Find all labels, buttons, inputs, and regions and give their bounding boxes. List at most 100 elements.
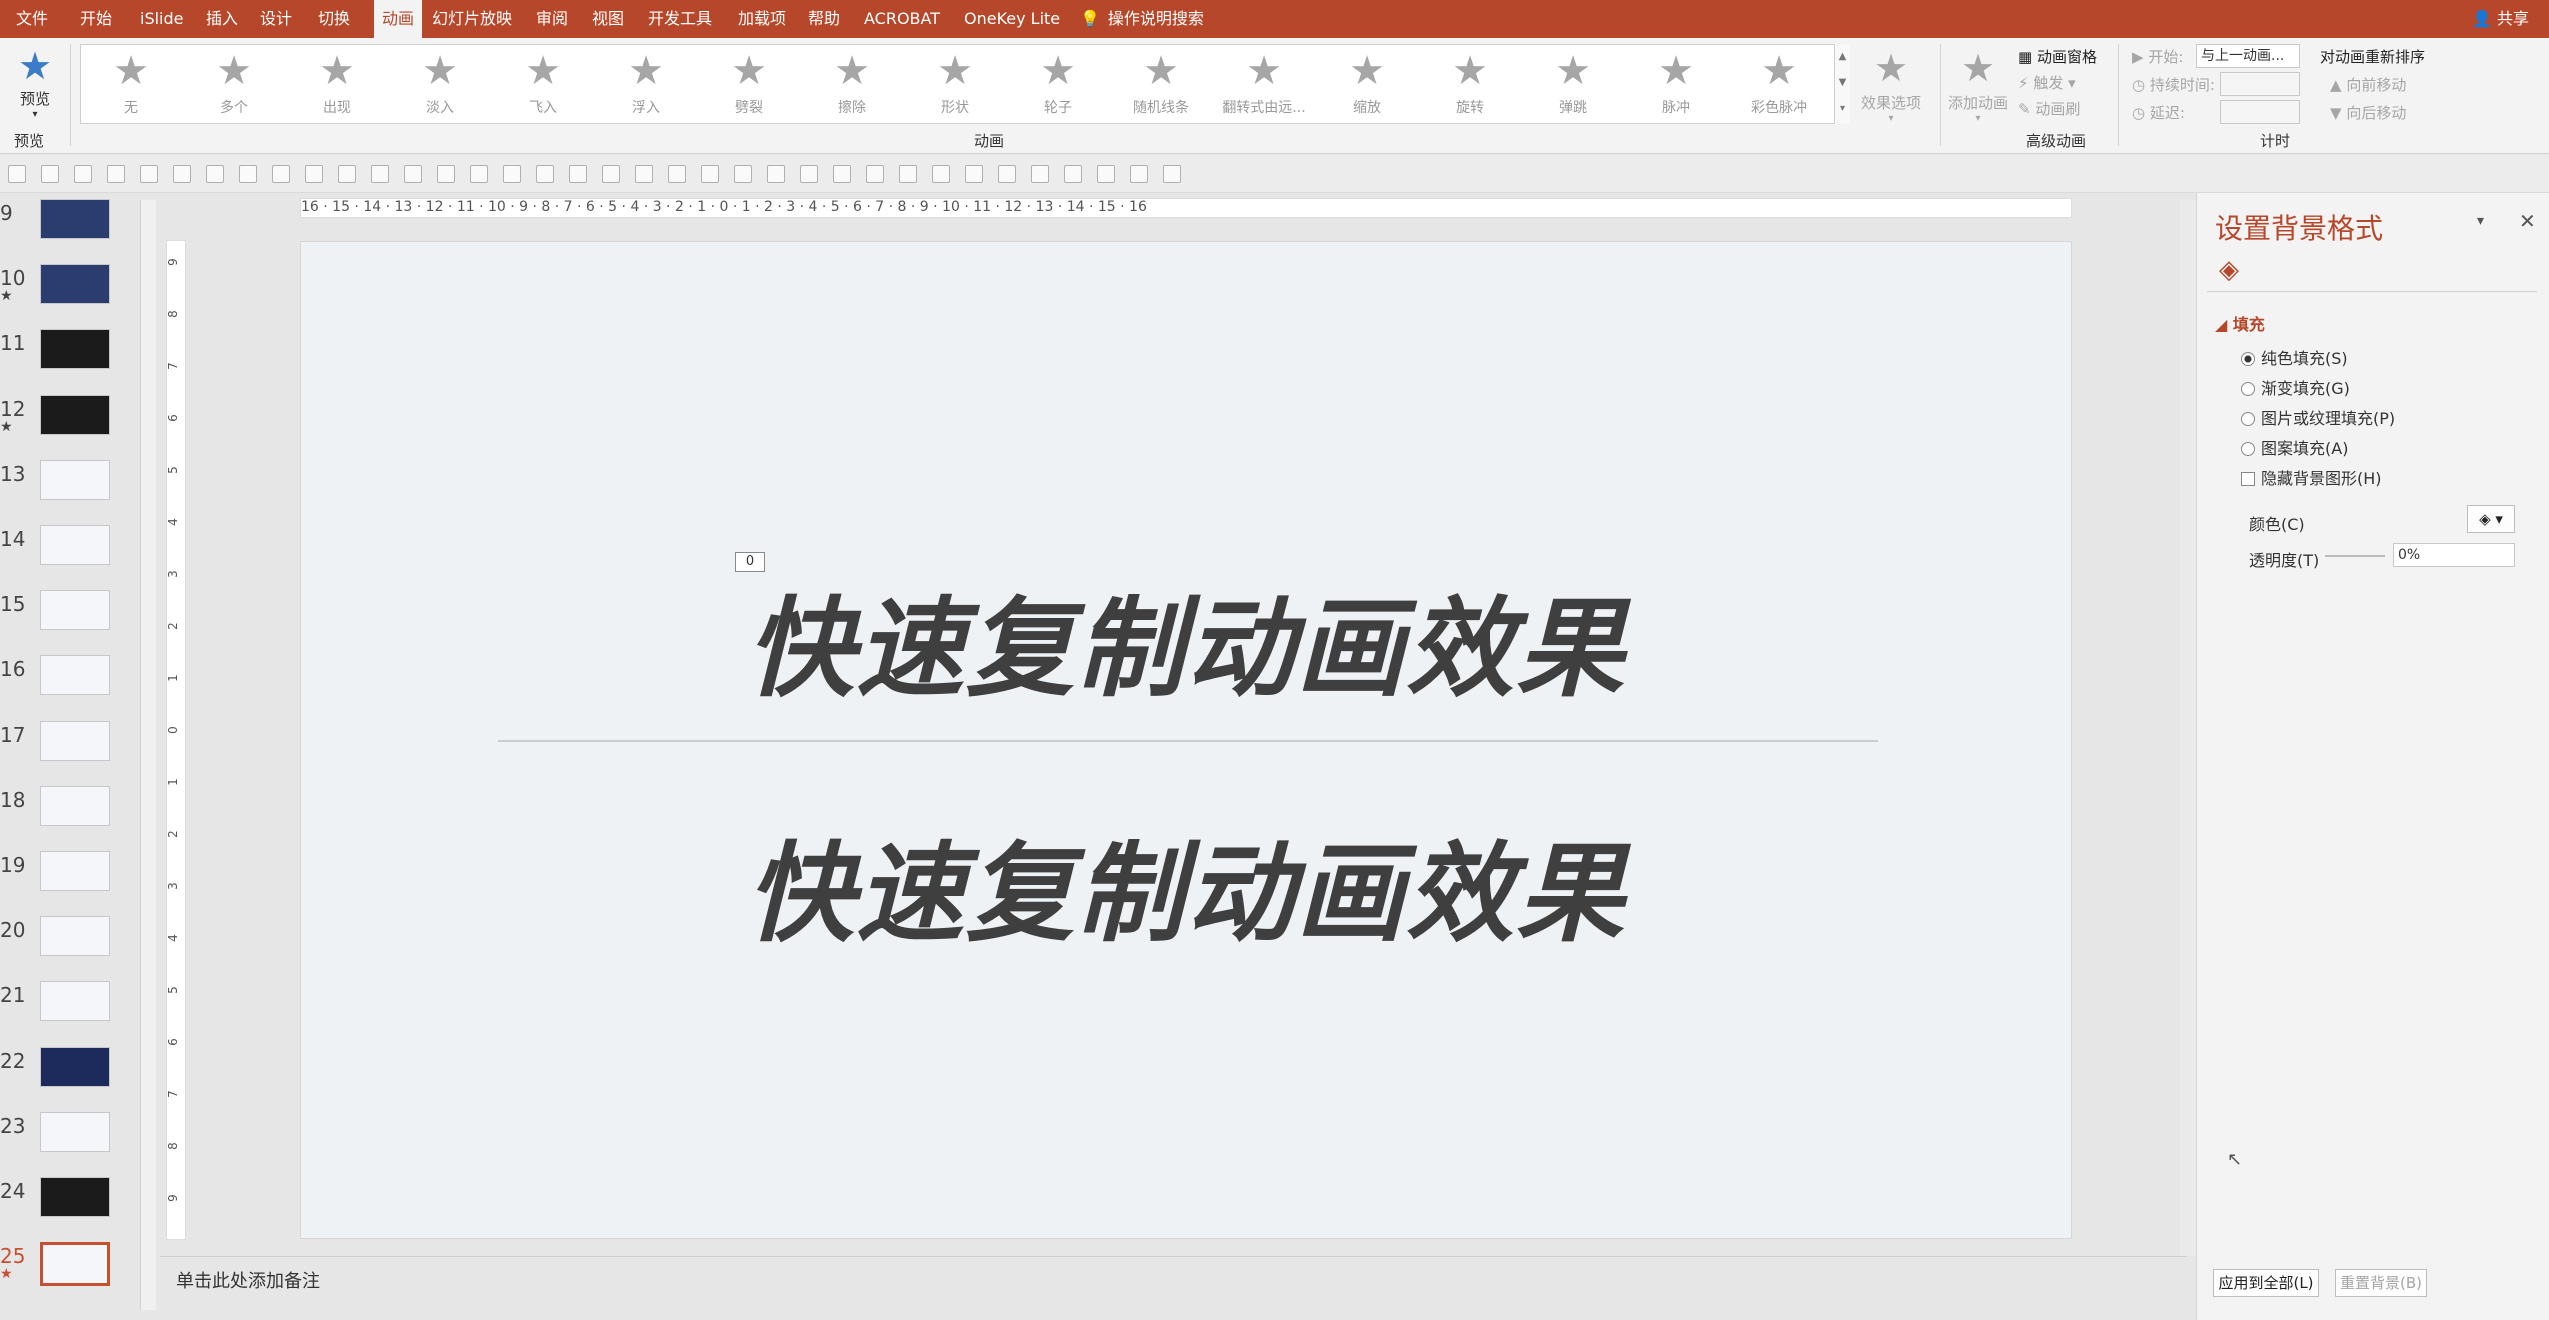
toolbar-shape-icon[interactable] bbox=[8, 165, 26, 183]
tab-3[interactable]: 插入 bbox=[206, 0, 238, 38]
toolbar-shape-icon[interactable] bbox=[932, 165, 950, 183]
fill-option-radio[interactable]: 图片或纹理填充(P) bbox=[2241, 405, 2395, 429]
animation-effect-15[interactable]: ★ 脉冲 bbox=[1626, 45, 1726, 123]
slide-thumbnail[interactable] bbox=[40, 394, 110, 435]
slide-thumbnail[interactable] bbox=[40, 1046, 110, 1087]
toolbar-shape-icon[interactable] bbox=[536, 165, 554, 183]
toolbar-shape-icon[interactable] bbox=[1130, 165, 1148, 183]
tab-12[interactable]: 帮助 bbox=[808, 0, 840, 38]
toolbar-shape-icon[interactable] bbox=[305, 165, 323, 183]
toolbar-shape-icon[interactable] bbox=[833, 165, 851, 183]
slide-thumbnail[interactable] bbox=[40, 981, 110, 1022]
tab-6[interactable]: 动画 bbox=[374, 0, 423, 38]
toolbar-shape-icon[interactable] bbox=[437, 165, 455, 183]
toolbar-shape-icon[interactable] bbox=[338, 165, 356, 183]
animation-effect-6[interactable]: ★ 劈裂 bbox=[699, 45, 799, 123]
toolbar-shape-icon[interactable] bbox=[767, 165, 785, 183]
toolbar-shape-icon[interactable] bbox=[1031, 165, 1049, 183]
toolbar-shape-icon[interactable] bbox=[701, 165, 719, 183]
tab-2[interactable]: iSlide bbox=[140, 0, 184, 38]
toolbar-shape-icon[interactable] bbox=[668, 165, 686, 183]
toolbar-shape-icon[interactable] bbox=[899, 165, 917, 183]
toolbar-shape-icon[interactable] bbox=[602, 165, 620, 183]
duration-input[interactable] bbox=[2220, 72, 2300, 96]
fill-option-radio[interactable]: 纯色填充(S) bbox=[2241, 345, 2348, 369]
move-later-button[interactable]: ▼ 向后移动 bbox=[2330, 102, 2406, 123]
slide-title-bottom[interactable]: 快速复制动画效果 bbox=[301, 807, 2071, 963]
toolbar-shape-icon[interactable] bbox=[173, 165, 191, 183]
slide-thumbnail[interactable] bbox=[40, 590, 110, 631]
toolbar-shape-icon[interactable] bbox=[272, 165, 290, 183]
tab-10[interactable]: 开发工具 bbox=[648, 0, 712, 38]
tab-1[interactable]: 开始 bbox=[80, 0, 112, 38]
slide-thumbnail[interactable] bbox=[40, 1177, 110, 1217]
toolbar-shape-icon[interactable] bbox=[635, 165, 653, 183]
animation-effect-10[interactable]: ★ 随机线条 bbox=[1111, 45, 1211, 123]
gallery-scroll[interactable]: ▲ ▼ ▾ bbox=[1834, 44, 1850, 124]
animation-pane-button[interactable]: ▦ 动画窗格 bbox=[2018, 46, 2097, 67]
toolbar-shape-icon[interactable] bbox=[734, 165, 752, 183]
thumbnail-scrollbar[interactable] bbox=[140, 200, 156, 1310]
slide-thumbnail[interactable] bbox=[40, 459, 110, 500]
animation-effect-5[interactable]: ★ 浮入 bbox=[596, 45, 696, 123]
toolbar-shape-icon[interactable] bbox=[503, 165, 521, 183]
toolbar-shape-icon[interactable] bbox=[470, 165, 488, 183]
toolbar-shape-icon[interactable] bbox=[140, 165, 158, 183]
apply-to-all-button[interactable]: 应用到全部(L) bbox=[2213, 1269, 2319, 1297]
share-button[interactable]: 👤 共享 bbox=[2472, 0, 2529, 38]
tell-me-search[interactable]: 💡 操作说明搜索 bbox=[1080, 0, 1204, 38]
toolbar-shape-icon[interactable] bbox=[371, 165, 389, 183]
toolbar-shape-icon[interactable] bbox=[239, 165, 257, 183]
slide-thumbnail[interactable] bbox=[40, 851, 110, 891]
animation-effect-8[interactable]: ★ 形状 bbox=[905, 45, 1005, 123]
animation-effect-3[interactable]: ★ 淡入 bbox=[390, 45, 490, 123]
fill-option-radio[interactable]: 渐变填充(G) bbox=[2241, 375, 2350, 399]
toolbar-shape-icon[interactable] bbox=[1163, 165, 1181, 183]
fill-section-header[interactable]: ◢ 填充 bbox=[2215, 311, 2265, 335]
slide-thumbnail[interactable] bbox=[40, 1111, 110, 1152]
slide-thumbnail[interactable] bbox=[40, 655, 110, 696]
tab-5[interactable]: 切换 bbox=[318, 0, 350, 38]
animation-effect-0[interactable]: ★ 无 bbox=[81, 45, 181, 123]
animation-effect-14[interactable]: ★ 弹跳 bbox=[1523, 45, 1623, 123]
tab-4[interactable]: 设计 bbox=[260, 0, 292, 38]
start-dropdown[interactable]: 与上一动画... bbox=[2196, 44, 2300, 68]
hide-background-checkbox[interactable]: 隐藏背景图形(H) bbox=[2241, 465, 2382, 489]
animation-effect-9[interactable]: ★ 轮子 bbox=[1008, 45, 1108, 123]
slide-thumbnail[interactable] bbox=[40, 264, 110, 305]
animation-effect-13[interactable]: ★ 旋转 bbox=[1420, 45, 1520, 123]
slide-thumbnail[interactable] bbox=[40, 329, 110, 370]
toolbar-shape-icon[interactable] bbox=[206, 165, 224, 183]
toolbar-shape-icon[interactable] bbox=[1064, 165, 1082, 183]
slide-thumbnail[interactable] bbox=[40, 1242, 110, 1287]
tab-7[interactable]: 幻灯片放映 bbox=[432, 0, 512, 38]
slide-canvas[interactable]: 0 快速复制动画效果 快速复制动画效果 bbox=[300, 241, 2072, 1239]
fill-option-radio[interactable]: 图案填充(A) bbox=[2241, 435, 2348, 459]
slide-thumbnail[interactable] bbox=[40, 720, 110, 761]
tab-8[interactable]: 审阅 bbox=[536, 0, 568, 38]
animation-painter-button[interactable]: ✎ 动画刷 bbox=[2018, 98, 2080, 119]
preview-button[interactable]: ★ 预览 ▾ bbox=[10, 44, 60, 120]
trigger-button[interactable]: ⚡ 触发 ▾ bbox=[2018, 72, 2076, 93]
color-picker-button[interactable]: ◈ ▾ bbox=[2467, 505, 2515, 533]
animation-effect-16[interactable]: ★ 彩色脉冲 bbox=[1729, 45, 1829, 123]
delay-input[interactable] bbox=[2220, 100, 2300, 124]
add-animation-button[interactable]: ★ 添加动画 ▾ bbox=[1946, 44, 2010, 124]
toolbar-shape-icon[interactable] bbox=[404, 165, 422, 183]
animation-effect-12[interactable]: ★ 缩放 bbox=[1317, 45, 1417, 123]
animation-effect-1[interactable]: ★ 多个 bbox=[184, 45, 284, 123]
transparency-input[interactable]: 0% bbox=[2393, 543, 2515, 567]
slide-thumbnail[interactable] bbox=[40, 785, 110, 826]
toolbar-shape-icon[interactable] bbox=[569, 165, 587, 183]
toolbar-shape-icon[interactable] bbox=[107, 165, 125, 183]
close-icon[interactable]: ✕ bbox=[2519, 209, 2536, 233]
slide-thumbnail[interactable] bbox=[40, 525, 110, 565]
tab-0[interactable]: 文件 bbox=[16, 0, 48, 38]
reset-background-button[interactable]: 重置背景(B) bbox=[2335, 1269, 2427, 1297]
tab-14[interactable]: OneKey Lite bbox=[964, 0, 1060, 38]
slide-thumbnail[interactable] bbox=[40, 199, 110, 239]
move-earlier-button[interactable]: ▲ 向前移动 bbox=[2330, 74, 2406, 95]
pane-options-dropdown[interactable]: ▾ bbox=[2477, 213, 2484, 229]
slide-title-top[interactable]: 快速复制动画效果 bbox=[301, 562, 2071, 718]
effect-options-button[interactable]: ★ 效果选项 ▾ bbox=[1856, 44, 1926, 124]
